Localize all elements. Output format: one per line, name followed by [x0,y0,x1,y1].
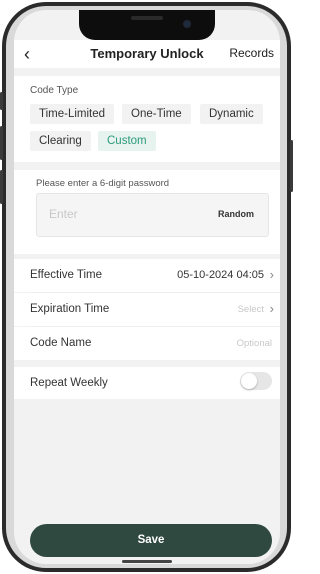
app-screen: ‹ Temporary Unlock Records Code Type Tim… [14,10,280,564]
volume-down-button [0,170,3,204]
code-name-row[interactable]: Code Name Optional [14,327,280,360]
code-type-section: Code Type Time-Limited One-Time Dynamic … [14,76,280,162]
expiration-time-value: Select [237,304,264,315]
chip-one-time[interactable]: One-Time [122,104,191,124]
effective-time-row[interactable]: Effective Time 05-10-2024 04:05 › [14,259,280,292]
toggle-knob [241,373,257,389]
volume-up-button [0,126,3,160]
front-camera [183,20,191,28]
chevron-right-icon: › [269,267,274,282]
effective-time-value: 05-10-2024 04:05 [177,269,264,281]
effective-time-label: Effective Time [30,269,103,281]
random-button[interactable]: Random [218,209,254,219]
expiration-time-label: Expiration Time [30,303,110,315]
chevron-right-icon: › [269,301,274,316]
nav-header: ‹ Temporary Unlock Records [14,40,280,68]
expiration-time-row[interactable]: Expiration Time Select › [14,293,280,326]
chip-time-limited[interactable]: Time-Limited [30,104,115,124]
repeat-weekly-label: Repeat Weekly [30,377,108,389]
repeat-weekly-toggle[interactable] [240,372,272,390]
speaker-grille [131,16,163,20]
chip-dynamic[interactable]: Dynamic [200,104,263,124]
password-input[interactable]: Enter Random [36,193,269,237]
code-name-input[interactable]: Optional [237,338,272,349]
save-button[interactable]: Save [30,524,272,557]
chip-clearing[interactable]: Clearing [30,131,91,151]
password-prompt: Please enter a 6-digit password [36,178,170,189]
notch [79,10,215,40]
repeat-weekly-row: Repeat Weekly [14,367,280,399]
mute-switch [0,92,3,110]
chip-custom[interactable]: Custom [98,131,156,151]
power-button [290,140,293,192]
password-placeholder: Enter [49,207,78,221]
home-indicator [122,560,172,563]
records-link[interactable]: Records [229,46,274,60]
code-type-label: Code Type [30,85,79,96]
code-name-label: Code Name [30,337,92,349]
